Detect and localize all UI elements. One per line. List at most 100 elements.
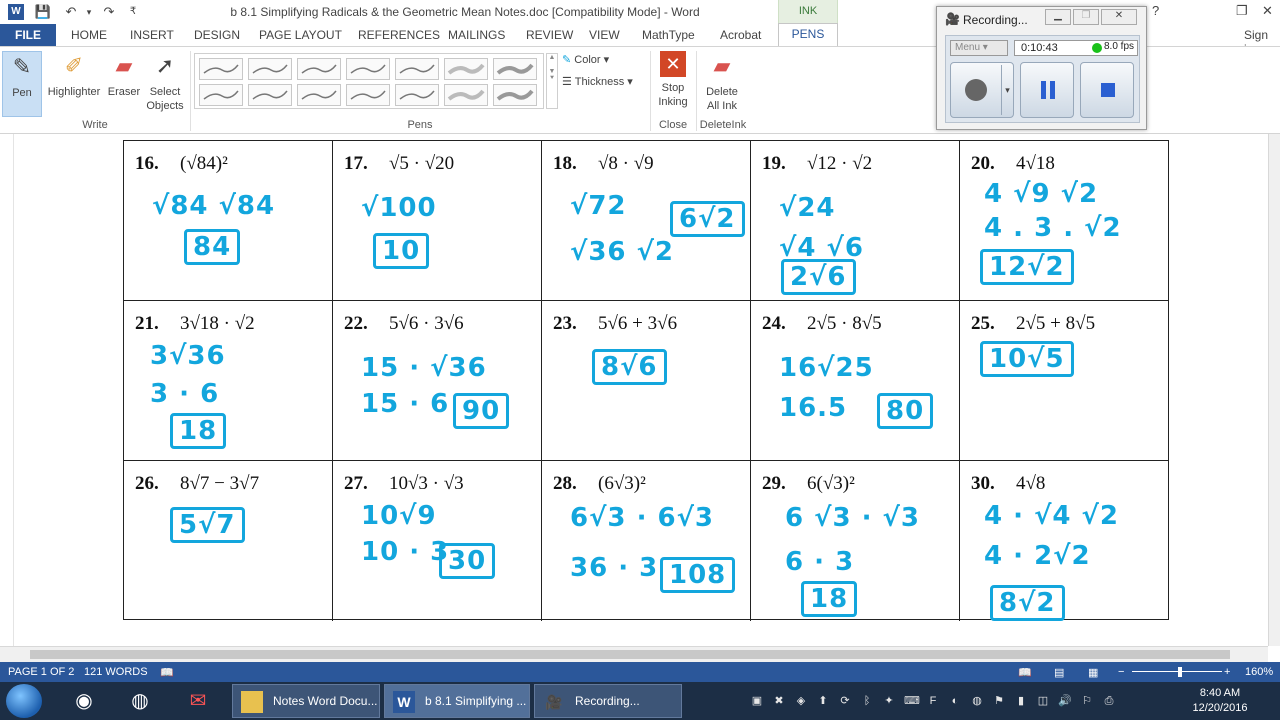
- tab-view[interactable]: VIEW: [589, 28, 620, 42]
- write-group-label: Write: [82, 119, 108, 131]
- drive-icon[interactable]: ▣: [750, 694, 764, 708]
- left-margin: [0, 134, 14, 646]
- stop-button[interactable]: [1080, 62, 1134, 118]
- proofing-icon[interactable]: 📖: [160, 666, 174, 679]
- tab-page-layout[interactable]: PAGE LAYOUT: [259, 28, 342, 42]
- problem-table: 16. (√84)² √84 √84 84 17. √5 · √20 √100 10 18. √8…: [123, 140, 1169, 621]
- clock[interactable]: 8:40 AM 12/20/2016: [1190, 686, 1250, 716]
- flag-icon[interactable]: ⚐: [1080, 694, 1094, 708]
- print-layout-icon[interactable]: ▤: [1054, 666, 1064, 679]
- close-group-label: Close: [658, 119, 688, 131]
- flash-icon[interactable]: ✖: [772, 694, 786, 708]
- record-dropdown-icon[interactable]: ▾: [1001, 65, 1013, 115]
- pen-style-item[interactable]: [248, 84, 292, 106]
- record-button[interactable]: ▾: [950, 62, 1014, 118]
- maximize-icon[interactable]: ❐: [1073, 9, 1099, 25]
- recorder-window[interactable]: 🎥 Recording... ▁ ❐ ✕ Menu ▾ 0:10:43 8.0 …: [936, 6, 1147, 130]
- handwritten-step: √84 √84: [152, 191, 276, 221]
- pen-style-item[interactable]: [395, 58, 439, 80]
- tab-references[interactable]: REFERENCES: [358, 28, 440, 42]
- pause-button[interactable]: [1020, 62, 1074, 118]
- keyboard-icon[interactable]: ⌨: [904, 694, 920, 708]
- eraser-button[interactable]: ▰ Eraser: [106, 51, 142, 99]
- update-icon[interactable]: ⬆: [816, 694, 830, 708]
- horizontal-scrollbar[interactable]: [0, 646, 1268, 662]
- printer-icon[interactable]: ⎙: [1102, 694, 1116, 708]
- firefox-icon[interactable]: ◍: [120, 685, 160, 717]
- record-dot-icon: [965, 79, 987, 101]
- pen-style-item[interactable]: [199, 84, 243, 106]
- volume-icon[interactable]: 🔊: [1058, 694, 1072, 708]
- start-button[interactable]: [6, 684, 42, 718]
- signal-icon[interactable]: ▮: [1014, 694, 1028, 708]
- vertical-scrollbar[interactable]: [1268, 134, 1280, 646]
- handwritten-step: 4 . 3 . √2: [984, 213, 1122, 243]
- boxed-answer: 8√2: [990, 585, 1065, 621]
- pen-style-item[interactable]: [297, 84, 341, 106]
- pen-button[interactable]: ✎ Pen: [2, 51, 42, 117]
- zoom-in-icon[interactable]: +: [1224, 666, 1230, 678]
- restore-icon[interactable]: ❐: [1236, 3, 1248, 19]
- zoom-level[interactable]: 160%: [1245, 666, 1273, 678]
- tab-pens[interactable]: PENS: [778, 23, 838, 46]
- minimize-icon[interactable]: ▁: [1045, 9, 1071, 25]
- select-objects-button[interactable]: ➚ Select Objects: [144, 51, 186, 113]
- zoom-out-icon[interactable]: −: [1118, 666, 1124, 678]
- close-icon[interactable]: ✕: [1262, 3, 1273, 19]
- taskbar-window-notes[interactable]: Notes Word Docu...: [232, 684, 380, 718]
- pen-style-item[interactable]: [395, 84, 439, 106]
- word-count[interactable]: 121 WORDS: [84, 666, 148, 678]
- highlighter-icon: ✐: [64, 53, 84, 78]
- help-icon[interactable]: ?: [1152, 3, 1159, 18]
- tab-design[interactable]: DESIGN: [194, 28, 240, 42]
- boxed-answer: 10: [373, 233, 430, 269]
- pen-style-item[interactable]: [346, 58, 390, 80]
- pen-style-item[interactable]: [248, 58, 292, 80]
- pen-style-item[interactable]: [346, 84, 390, 106]
- gallery-scroll[interactable]: ▲ ▼ ⯆: [546, 53, 558, 109]
- zoom-slider[interactable]: [1132, 671, 1222, 672]
- web-layout-icon[interactable]: ▦: [1088, 666, 1098, 679]
- pen-style-item[interactable]: [444, 84, 488, 106]
- recorder-menu-dropdown[interactable]: Menu ▾: [950, 40, 1008, 56]
- font-icon[interactable]: F: [926, 694, 940, 708]
- color-dropdown[interactable]: ✎ Color ▾: [562, 53, 642, 67]
- taskbar-window-word[interactable]: W b 8.1 Simplifying ...: [384, 684, 530, 718]
- tab-mailings[interactable]: MAILINGS: [448, 28, 505, 42]
- bluetooth-icon[interactable]: ᛒ: [860, 694, 874, 708]
- delete-all-ink-button[interactable]: ▰ Delete All Ink: [700, 51, 744, 113]
- handwritten-step: 15 · √36: [361, 353, 487, 383]
- tab-review[interactable]: REVIEW: [526, 28, 573, 42]
- sync-icon[interactable]: ⟳: [838, 694, 852, 708]
- stop-inking-button[interactable]: ✕ Stop Inking: [654, 51, 692, 109]
- action-center-icon[interactable]: ⚑: [992, 694, 1006, 708]
- taskbar-window-recording[interactable]: 🎥 Recording...: [534, 684, 682, 718]
- page-count[interactable]: PAGE 1 OF 2: [8, 666, 74, 678]
- thickness-dropdown[interactable]: ☰ Thickness ▾: [562, 75, 644, 89]
- close-icon[interactable]: ✕: [1101, 9, 1137, 25]
- tab-home[interactable]: HOME: [71, 28, 107, 42]
- tab-file[interactable]: FILE: [0, 24, 56, 46]
- pen-style-item[interactable]: [199, 58, 243, 80]
- pen-style-item[interactable]: [493, 84, 537, 106]
- horizontal-scroll-thumb[interactable]: [30, 650, 1230, 659]
- network-icon[interactable]: ◫: [1036, 694, 1050, 708]
- tab-acrobat[interactable]: Acrobat: [720, 28, 761, 42]
- boxed-answer: 18: [170, 413, 227, 449]
- wifi-icon[interactable]: ✦: [882, 694, 896, 708]
- media-icon[interactable]: ◐: [948, 694, 962, 708]
- problem-cell: 19. √12 · √2 √24 √4 √6 2√6: [751, 141, 960, 301]
- read-mode-icon[interactable]: 📖: [1018, 666, 1032, 679]
- network-status-icon[interactable]: ◈: [794, 694, 808, 708]
- problem-number: 21.: [135, 313, 159, 334]
- zoom-slider-thumb[interactable]: [1178, 667, 1182, 677]
- tab-mathtype[interactable]: MathType: [642, 28, 695, 42]
- mail-icon[interactable]: ✉: [178, 685, 218, 717]
- chrome-icon[interactable]: ◉: [64, 685, 104, 717]
- pen-style-item[interactable]: [493, 58, 537, 80]
- pen-style-item[interactable]: [444, 58, 488, 80]
- pen-style-item[interactable]: [297, 58, 341, 80]
- highlighter-button[interactable]: ✐ Highlighter: [44, 51, 104, 99]
- tab-insert[interactable]: INSERT: [130, 28, 174, 42]
- speed-icon[interactable]: ◍: [970, 694, 984, 708]
